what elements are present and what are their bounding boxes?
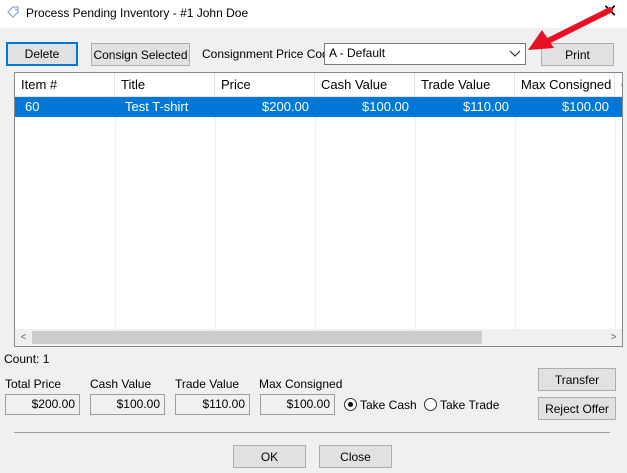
count-label: Count: 1 <box>4 352 50 366</box>
column-divider <box>315 117 316 331</box>
cell-trade-value: $110.00 <box>462 99 509 114</box>
grid-header: Item # Title Price Cash Value Trade Valu… <box>15 73 622 97</box>
column-divider <box>415 117 416 331</box>
column-header-cash-value[interactable]: Cash Value <box>315 73 415 97</box>
horizontal-scrollbar[interactable]: < > <box>15 329 622 346</box>
scroll-right-icon[interactable]: > <box>605 329 622 346</box>
take-cash-label[interactable]: Take Cash <box>360 398 417 412</box>
price-code-label: Consignment Price Code <box>202 47 336 61</box>
take-trade-label[interactable]: Take Trade <box>440 398 499 412</box>
annotation-arrow-icon <box>528 7 613 50</box>
price-code-value: A - Default <box>329 46 386 60</box>
cell-item: 60 <box>25 99 40 114</box>
total-price-label: Total Price <box>5 377 62 391</box>
trade-value-field: $110.00 <box>175 394 250 415</box>
close-button[interactable]: Close <box>319 445 392 468</box>
column-header-trade-value[interactable]: Trade Value <box>415 73 515 97</box>
cash-value-label: Cash Value <box>90 377 152 391</box>
cell-max-consigned: $100.00 <box>562 99 609 114</box>
delete-button[interactable]: Delete <box>6 42 78 66</box>
ok-button[interactable]: OK <box>233 445 306 468</box>
consign-selected-button[interactable]: Consign Selected <box>91 43 190 66</box>
column-header-price[interactable]: Price <box>215 73 315 97</box>
scrollbar-thumb[interactable] <box>32 331 482 344</box>
take-trade-radio[interactable] <box>424 398 437 411</box>
cell-cash-value: $100.00 <box>362 99 409 114</box>
cash-value-field: $100.00 <box>90 394 165 415</box>
reject-offer-button[interactable]: Reject Offer <box>538 397 616 420</box>
column-header-item[interactable]: Item # <box>15 73 115 97</box>
scroll-left-icon[interactable]: < <box>15 329 32 346</box>
column-divider <box>615 117 616 331</box>
trade-value-label: Trade Value <box>175 377 240 391</box>
footer-divider <box>14 432 610 433</box>
column-header-max-consigned[interactable]: Max Consigned <box>515 73 615 97</box>
cell-price: $200.00 <box>262 99 309 114</box>
max-consigned-field: $100.00 <box>260 394 335 415</box>
max-consigned-label: Max Consigned <box>259 377 343 391</box>
window-title: Process Pending Inventory - #1 John Doe <box>26 6 249 20</box>
total-price-field: $200.00 <box>5 394 80 415</box>
radio-selected-dot <box>348 402 353 407</box>
column-header-more[interactable]: C <box>615 73 622 97</box>
column-divider <box>115 117 116 331</box>
column-divider <box>215 117 216 331</box>
inventory-grid[interactable]: Item # Title Price Cash Value Trade Valu… <box>14 72 623 347</box>
tag-icon <box>7 6 19 18</box>
table-row[interactable]: 60 Test T-shirt $200.00 $100.00 $110.00 … <box>15 97 622 117</box>
column-header-title[interactable]: Title <box>115 73 215 97</box>
transfer-button[interactable]: Transfer <box>538 368 616 391</box>
price-code-select[interactable]: A - Default <box>324 43 526 65</box>
take-cash-radio[interactable] <box>344 398 357 411</box>
column-divider <box>515 117 516 331</box>
cell-title: Test T-shirt <box>125 99 189 114</box>
